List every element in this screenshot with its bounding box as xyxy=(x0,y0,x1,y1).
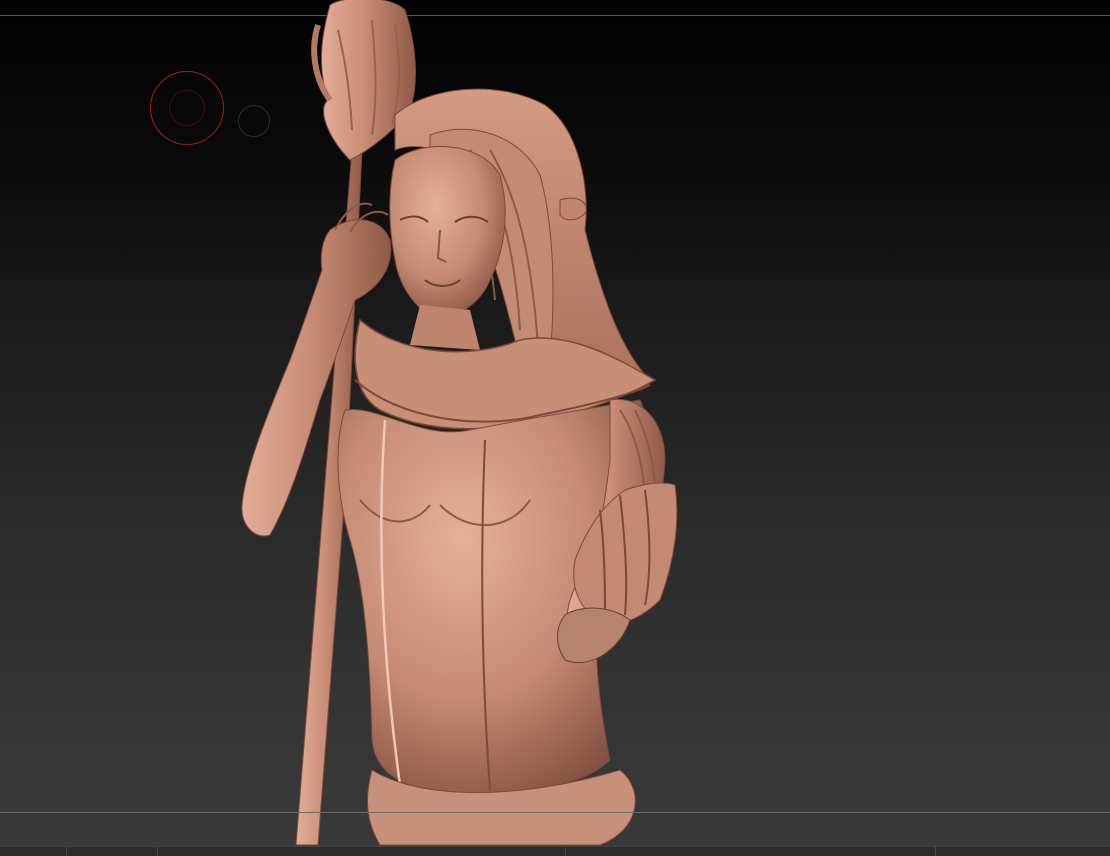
face xyxy=(389,146,506,319)
brush-inner-circle-icon xyxy=(169,90,205,126)
3d-viewport[interactable] xyxy=(0,0,1110,856)
lazy-mouse-circle-icon xyxy=(238,105,270,137)
tray-divider xyxy=(935,847,936,856)
brush-circle-icon xyxy=(150,71,224,145)
canvas-bottom-border xyxy=(0,812,1110,813)
bottom-tray[interactable] xyxy=(0,846,1110,856)
tray-divider xyxy=(157,847,158,856)
tray-divider xyxy=(66,847,67,856)
sculpt-app xyxy=(0,0,1110,856)
tray-divider xyxy=(565,847,566,856)
